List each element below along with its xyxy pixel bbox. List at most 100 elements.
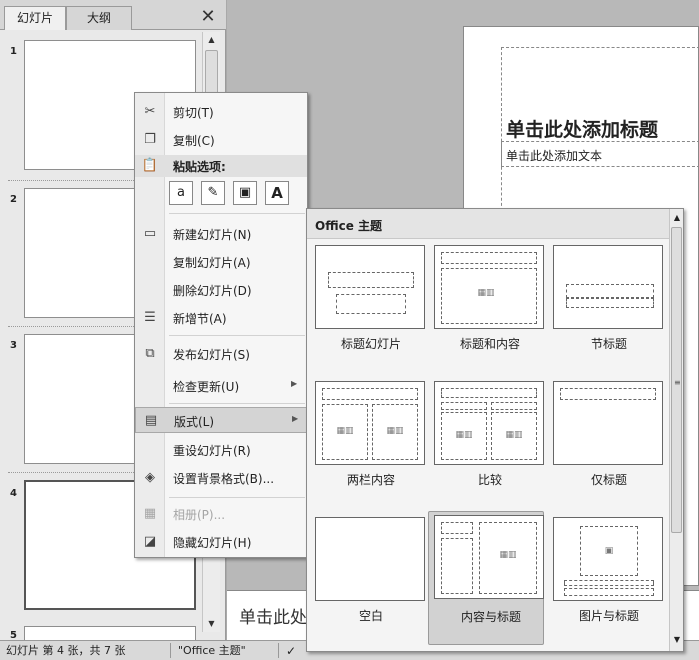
- hide-slide-icon: ◪: [143, 534, 157, 549]
- grip-icon: ≡: [674, 378, 681, 387]
- layout-two-content[interactable]: ▦▥ ▦▥ 两栏内容: [309, 377, 425, 511]
- menu-item-label: 相册(P)...: [173, 508, 226, 522]
- layout-preview: [553, 381, 663, 465]
- scroll-up-icon[interactable]: ▲: [203, 32, 220, 48]
- paste-use-destination-theme-button[interactable]: a: [169, 181, 193, 205]
- menu-item-label: 删除幻灯片(D): [173, 284, 252, 298]
- paste-keep-text-only-button[interactable]: A: [265, 181, 289, 205]
- close-icon[interactable]: ✕: [196, 6, 220, 28]
- layout-comparison[interactable]: ▦▥ ▦▥ 比较: [428, 377, 544, 511]
- slide-title[interactable]: 单击此处添加标题: [506, 115, 658, 142]
- layout-name: 标题和内容: [459, 337, 520, 351]
- layout-preview: ▦▥: [434, 515, 544, 599]
- menu-item-copy[interactable]: ❐ 复制(C): [135, 127, 307, 153]
- layout-blank[interactable]: 空白: [309, 513, 425, 647]
- menu-item-label: 隐藏幻灯片(H): [173, 536, 252, 550]
- slide-thumbnail-5[interactable]: [24, 626, 196, 640]
- slide-number: 1: [10, 46, 17, 57]
- panel-tabs: 幻灯片 大纲 ✕: [0, 0, 226, 30]
- layout-name: 图片与标题: [578, 609, 639, 623]
- content-icons: ▦▥: [477, 288, 495, 298]
- layout-preview: ▣: [553, 517, 663, 601]
- layout-title-only[interactable]: 仅标题: [547, 377, 663, 511]
- tab-slides[interactable]: 幻灯片: [4, 6, 66, 30]
- menu-item-check-updates[interactable]: 检查更新(U) ▶: [135, 373, 307, 399]
- placeholder-box: [441, 402, 487, 410]
- layout-name: 两栏内容: [346, 473, 395, 487]
- menu-item-duplicate-slide[interactable]: 复制幻灯片(A): [135, 249, 307, 275]
- placeholder-box: [441, 388, 537, 398]
- gallery-header: Office 主题: [307, 209, 669, 239]
- menu-item-add-section[interactable]: ☰ 新增节(A): [135, 305, 307, 331]
- layout-picture-with-caption[interactable]: ▣ 图片与标题: [547, 513, 663, 647]
- layout-title-and-content[interactable]: ▦▥ 标题和内容: [428, 241, 544, 375]
- menu-item-delete-slide[interactable]: 删除幻灯片(D): [135, 277, 307, 303]
- placeholder-box: [491, 402, 537, 410]
- layout-icon: ▤: [144, 413, 158, 428]
- slide-number: 3: [10, 340, 17, 351]
- placeholder-box: [566, 284, 654, 298]
- menu-item-cut[interactable]: ✂ 剪切(T): [135, 99, 307, 125]
- divider: [169, 213, 305, 214]
- menu-item-label: 设置背景格式(B)...: [173, 472, 275, 486]
- divider: [170, 643, 171, 658]
- spell-check-icon[interactable]: ✓: [286, 642, 296, 660]
- layout-content-with-caption[interactable]: ▦▥ 内容与标题: [428, 511, 544, 645]
- slide-number: 2: [10, 194, 17, 205]
- new-slide-icon: ▭: [143, 226, 157, 241]
- layout-section-header[interactable]: 节标题: [547, 241, 663, 375]
- scissors-icon: ✂: [144, 104, 156, 119]
- menu-item-label: 发布幻灯片(S): [173, 348, 250, 362]
- scroll-down-icon[interactable]: ▼: [670, 633, 684, 647]
- menu-item-label: 剪切(T): [173, 106, 214, 120]
- context-menu: ✂ 剪切(T) ❐ 复制(C) 📋 粘贴选项: a ✎ ▣ A ▭ 新建幻灯片(…: [134, 92, 308, 558]
- placeholder-box: [336, 294, 406, 314]
- divider: [169, 497, 305, 498]
- layout-preview: [553, 245, 663, 329]
- slide-count-status: 幻灯片 第 4 张，共 7 张: [6, 644, 126, 657]
- section-icon: ☰: [144, 310, 156, 325]
- divider: [169, 335, 305, 336]
- tab-outline[interactable]: 大纲: [66, 6, 132, 30]
- layout-preview: [315, 517, 425, 601]
- menu-item-new-slide[interactable]: ▭ 新建幻灯片(N): [135, 221, 307, 247]
- menu-item-publish-slides[interactable]: ⧉ 发布幻灯片(S): [135, 341, 307, 367]
- menu-item-hide-slide[interactable]: ◪ 隐藏幻灯片(H): [135, 529, 307, 555]
- menu-item-label: 新建幻灯片(N): [173, 228, 252, 242]
- placeholder-box: [441, 538, 473, 594]
- placeholder-box: [441, 522, 473, 534]
- background-icon: ◈: [145, 470, 155, 485]
- placeholder-box: [560, 388, 656, 400]
- submenu-arrow-icon: ▶: [292, 414, 299, 423]
- menu-item-layout[interactable]: ▤ 版式(L) ▶: [135, 407, 307, 433]
- scroll-up-icon[interactable]: ▲: [670, 211, 684, 225]
- theme-status: "Office 主题": [178, 644, 246, 657]
- submenu-arrow-icon: ▶: [291, 379, 298, 388]
- placeholder-box: [564, 580, 654, 586]
- layout-preview: ▦▥: [434, 245, 544, 329]
- paste-picture-button[interactable]: ▣: [233, 181, 257, 205]
- menu-item-label: 重设幻灯片(R): [173, 444, 251, 458]
- content-icons: ▦▥: [499, 550, 517, 560]
- menu-item-label: 新增节(A): [173, 312, 227, 326]
- layout-preview: ▦▥ ▦▥: [315, 381, 425, 465]
- paste-keep-source-format-button[interactable]: ✎: [201, 181, 225, 205]
- layout-name: 标题幻灯片: [340, 337, 401, 351]
- placeholder-box: [566, 298, 654, 308]
- layout-title-slide[interactable]: 标题幻灯片: [309, 241, 425, 375]
- placeholder-box: [441, 252, 537, 264]
- paste-icon: 📋: [141, 158, 159, 173]
- menu-item-format-background[interactable]: ◈ 设置背景格式(B)...: [135, 465, 307, 491]
- layout-name: 节标题: [590, 337, 627, 351]
- menu-item-reset-slide[interactable]: 重设幻灯片(R): [135, 437, 307, 463]
- content-icons: ▦▥: [386, 426, 404, 436]
- picture-icon: ▣: [604, 546, 614, 556]
- scroll-thumb[interactable]: ≡: [671, 227, 682, 533]
- scroll-down-icon[interactable]: ▼: [203, 616, 220, 632]
- layout-gallery: Office 主题 标题幻灯片 ▦▥ 标题和内容 节标题 ▦▥ ▦▥ 两栏内容 …: [306, 208, 684, 652]
- slide-body-text[interactable]: 单击此处添加文本: [506, 147, 602, 164]
- placeholder-box: [328, 272, 414, 288]
- gallery-scrollbar[interactable]: ▲ ≡ ▼: [669, 209, 683, 651]
- notes-placeholder[interactable]: 单击此处: [239, 603, 307, 628]
- slide-number: 4: [10, 488, 17, 499]
